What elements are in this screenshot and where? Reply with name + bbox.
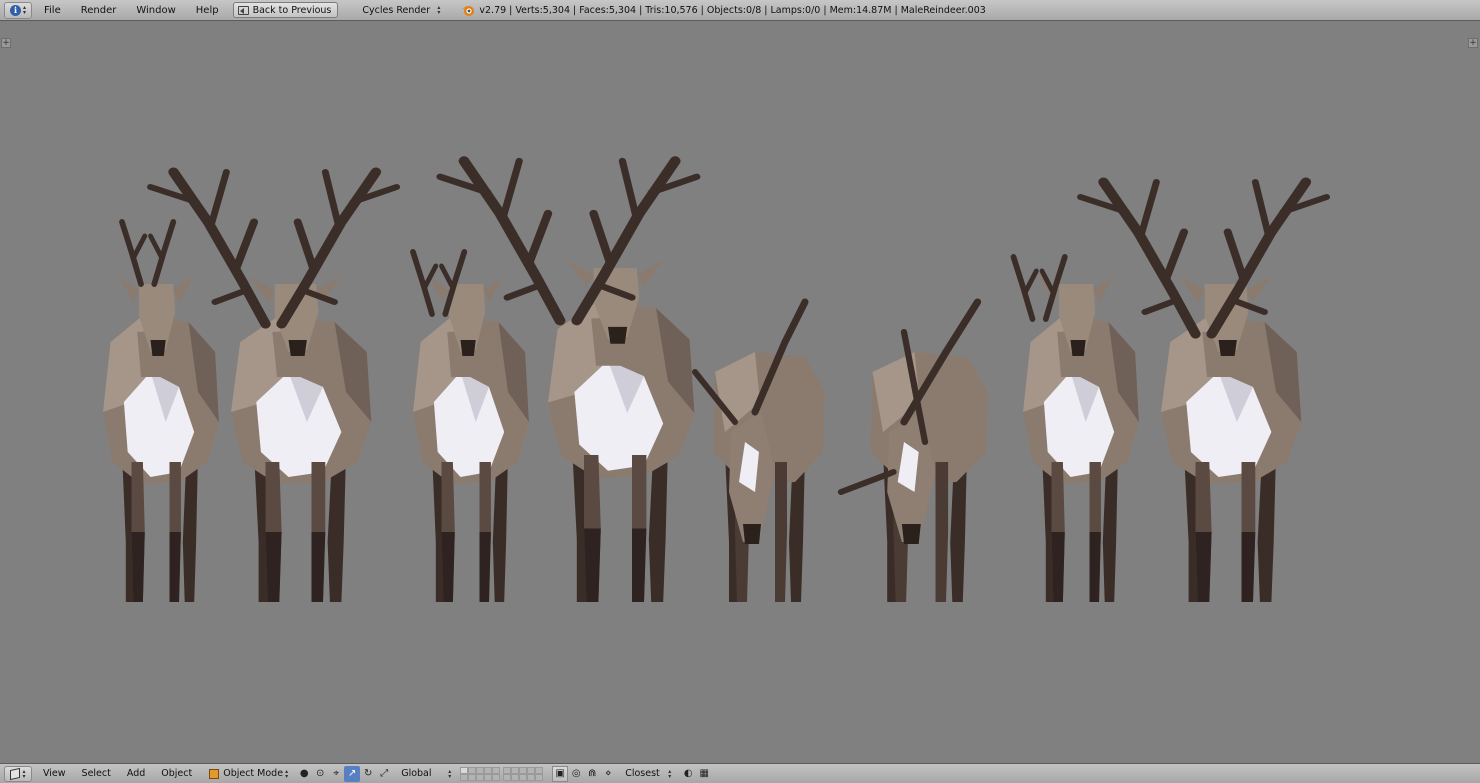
layer-cell[interactable] — [484, 766, 493, 774]
menu-render[interactable]: Render — [71, 5, 127, 16]
3d-viewport[interactable]: + + — [0, 22, 1480, 762]
object-mode-icon — [209, 768, 220, 779]
layer-cell[interactable] — [484, 773, 493, 781]
layer-toggles[interactable] — [460, 766, 546, 781]
render-engine-select[interactable]: Cycles Render ▴ ▾ — [358, 2, 444, 18]
layer-cell[interactable] — [503, 766, 512, 774]
layer-cell[interactable] — [535, 766, 544, 774]
layer-cell[interactable] — [468, 773, 477, 781]
menu-view[interactable]: View — [32, 768, 74, 779]
layer-cell[interactable] — [468, 766, 477, 774]
translate-manipulator-icon[interactable]: ↗ — [344, 765, 361, 782]
scene-statistics: v2.79 | Verts:5,304 | Faces:5,304 | Tris… — [479, 4, 986, 16]
layer-cell[interactable] — [511, 766, 520, 774]
info-icon: i — [9, 4, 21, 16]
layer-cell[interactable] — [476, 773, 485, 781]
menu-help[interactable]: Help — [186, 5, 229, 16]
rotate-manipulator-icon[interactable]: ↻ — [360, 766, 376, 782]
back-screen-icon — [237, 5, 249, 15]
render-tools: ◐ ▦ — [680, 766, 712, 782]
snap-magnet-icon[interactable]: ⋒ — [584, 766, 600, 782]
orientation-label: Global — [401, 768, 432, 779]
layer-cell[interactable] — [460, 773, 469, 781]
back-to-previous-button[interactable]: Back to Previous — [232, 2, 339, 18]
editor-type-button[interactable]: i ▴ ▾ — [4, 1, 32, 19]
updown-arrows-icon: ▴ ▾ — [668, 767, 672, 780]
blender-logo-icon — [461, 3, 475, 17]
render-engine-label: Cycles Render — [362, 4, 431, 16]
manipulator-toggle-icon[interactable]: ⌖ — [328, 766, 344, 782]
info-header: i ▴ ▾ File Render Window Help Back to Pre… — [0, 0, 1480, 21]
updown-arrows-icon: ▴ ▾ — [448, 767, 452, 780]
reindeer-herd[interactable] — [0, 22, 1480, 762]
reindeer-model-7[interactable] — [1014, 257, 1139, 602]
reindeer-model-6[interactable] — [837, 298, 988, 602]
reindeer-model-5[interactable] — [692, 298, 825, 602]
interaction-mode-select[interactable]: Object Mode ▴ ▾ — [206, 766, 290, 782]
updown-arrows-icon: ▴ ▾ — [437, 4, 441, 16]
lock-and-snap-tools: ▣ ◎ ⋒ ⋄ — [552, 765, 616, 782]
layer-cell[interactable] — [535, 773, 544, 781]
menu-file[interactable]: File — [32, 5, 71, 16]
layer-cell[interactable] — [527, 773, 536, 781]
layer-cell[interactable] — [492, 766, 501, 774]
editor-type-button[interactable]: ▴ ▾ — [4, 765, 32, 782]
menu-window[interactable]: Window — [126, 5, 185, 16]
scale-manipulator-icon[interactable]: ⤢ — [376, 766, 392, 782]
layer-cell[interactable] — [511, 773, 520, 781]
layer-cell[interactable] — [460, 766, 469, 774]
back-to-previous-label: Back to Previous — [252, 4, 332, 16]
layer-cell[interactable] — [492, 773, 501, 781]
updown-arrows-icon: ▴ ▾ — [285, 767, 289, 780]
opengl-render-animation-icon[interactable]: ▦ — [696, 766, 712, 782]
opengl-render-image-icon[interactable]: ◐ — [680, 766, 696, 782]
layer-cell[interactable] — [519, 773, 528, 781]
updown-arrows-icon: ▴ ▾ — [22, 767, 26, 780]
layer-block-2[interactable] — [503, 766, 544, 781]
3d-view-header: ▴ ▾ View Select Add Object Object Mode ▴ ▾… — [0, 763, 1480, 783]
snap-target-select[interactable]: Closest ▴ ▾ — [622, 766, 674, 782]
layer-cell[interactable] — [527, 766, 536, 774]
layer-block-1[interactable] — [460, 766, 501, 781]
snap-element-icon[interactable]: ⋄ — [600, 766, 616, 782]
viewport-shading-icon[interactable]: ● — [296, 766, 312, 782]
shading-tools: ● ⊙ ⌖ ↗ ↻ ⤢ — [296, 765, 392, 782]
mode-label: Object Mode — [223, 768, 284, 779]
3d-view-icon — [10, 767, 21, 780]
pivot-point-icon[interactable]: ⊙ — [312, 766, 328, 782]
proportional-edit-icon[interactable]: ◎ — [568, 766, 584, 782]
layer-cell[interactable] — [476, 766, 485, 774]
menu-select[interactable]: Select — [74, 768, 119, 779]
transform-orientation-select[interactable]: Global ▴ ▾ — [398, 766, 454, 782]
menu-add[interactable]: Add — [119, 768, 153, 779]
layer-cell[interactable] — [503, 773, 512, 781]
layer-cell[interactable] — [519, 766, 528, 774]
lock-camera-icon[interactable]: ▣ — [552, 765, 569, 782]
snap-target-label: Closest — [625, 768, 660, 779]
menu-object[interactable]: Object — [153, 768, 200, 779]
reindeer-model-1[interactable] — [103, 222, 219, 602]
reindeer-model-3[interactable] — [413, 252, 529, 602]
updown-arrows-icon: ▴ ▾ — [22, 4, 26, 16]
